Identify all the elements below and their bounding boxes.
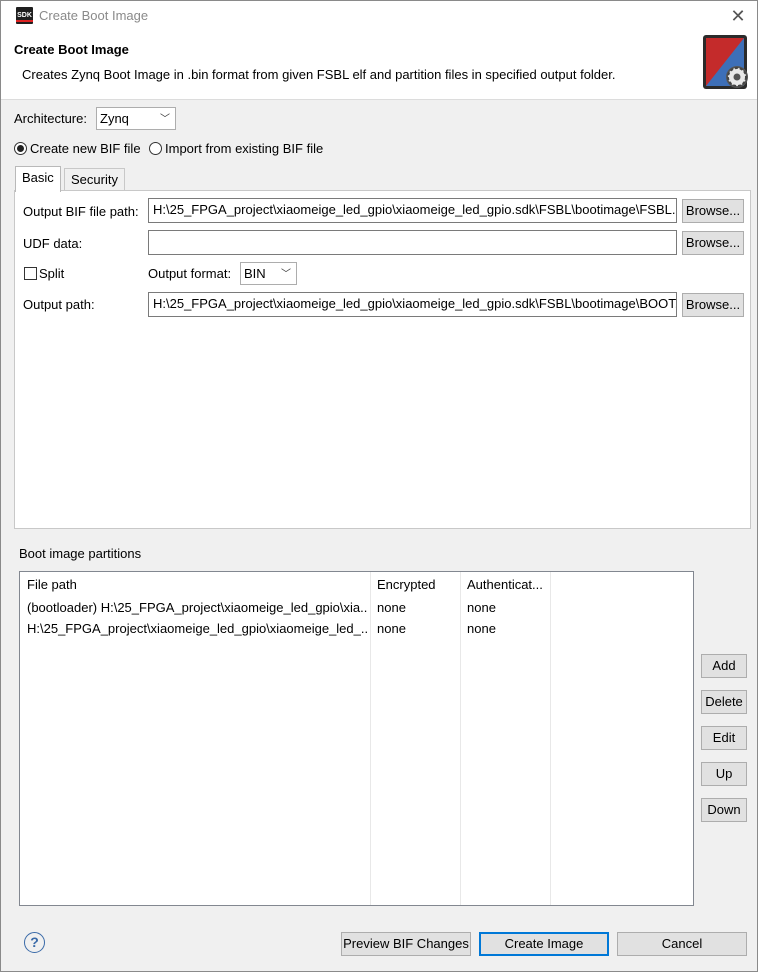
table-row-cell[interactable]: none xyxy=(467,600,547,615)
move-down-button[interactable]: Down xyxy=(701,798,747,822)
column-divider xyxy=(460,572,461,905)
table-row-cell[interactable]: H:\25_FPGA_project\xiaomeige_led_gpio\xi… xyxy=(27,621,367,636)
chevron-down-icon: ﹀ xyxy=(160,114,170,125)
output-format-select[interactable]: BIN ﹀ xyxy=(240,262,297,285)
create-boot-image-dialog: SDK Create Boot Image ✕ Create Boot Imag… xyxy=(0,0,758,972)
create-bif-label[interactable]: Create new BIF file xyxy=(30,141,141,156)
column-divider xyxy=(370,572,371,905)
window-title: Create Boot Image xyxy=(39,8,149,23)
column-header-encrypted[interactable]: Encrypted xyxy=(377,577,457,592)
output-bif-label: Output BIF file path: xyxy=(23,204,139,219)
header-description: Creates Zynq Boot Image in .bin format f… xyxy=(22,67,616,82)
output-bif-path-input[interactable]: H:\25_FPGA_project\xiaomeige_led_gpio\xi… xyxy=(148,198,677,223)
delete-partition-button[interactable]: Delete xyxy=(701,690,747,714)
browse-udf-button[interactable]: Browse... xyxy=(682,231,744,255)
column-divider xyxy=(550,572,551,905)
chevron-down-icon: ﹀ xyxy=(281,269,291,280)
title-bar: SDK Create Boot Image ✕ xyxy=(1,1,757,32)
column-header-file-path[interactable]: File path xyxy=(27,577,367,592)
move-up-button[interactable]: Up xyxy=(701,762,747,786)
architecture-label: Architecture: xyxy=(14,111,87,126)
table-row-cell[interactable]: (bootloader) H:\25_FPGA_project\xiaomeig… xyxy=(27,600,367,615)
cancel-button[interactable]: Cancel xyxy=(617,932,747,956)
architecture-select[interactable]: Zynq ﹀ xyxy=(96,107,176,130)
browse-bif-button[interactable]: Browse... xyxy=(682,199,744,223)
table-row-cell[interactable]: none xyxy=(377,600,457,615)
close-icon[interactable]: ✕ xyxy=(725,3,751,29)
wizard-header: Create Boot Image Creates Zynq Boot Imag… xyxy=(1,32,757,100)
architecture-value: Zynq xyxy=(100,111,129,126)
boot-image-gear-icon xyxy=(703,35,748,89)
output-path-input[interactable]: H:\25_FPGA_project\xiaomeige_led_gpio\xi… xyxy=(148,292,677,317)
tab-basic[interactable]: Basic xyxy=(15,166,61,192)
table-row-cell[interactable]: none xyxy=(377,621,457,636)
output-path-label: Output path: xyxy=(23,297,95,312)
partitions-section-label: Boot image partitions xyxy=(19,546,142,561)
sdk-app-icon: SDK xyxy=(16,7,33,24)
column-header-authenticated[interactable]: Authenticat... xyxy=(467,577,547,592)
import-bif-label[interactable]: Import from existing BIF file xyxy=(165,141,323,156)
partitions-table[interactable]: File path Encrypted Authenticat... (boot… xyxy=(19,571,694,906)
create-bif-radio[interactable] xyxy=(14,142,27,155)
help-icon[interactable]: ? xyxy=(24,932,45,953)
preview-bif-button[interactable]: Preview BIF Changes xyxy=(341,932,471,956)
output-format-value: BIN xyxy=(244,266,266,281)
basic-tab-panel: Output BIF file path: H:\25_FPGA_project… xyxy=(14,190,751,529)
import-bif-radio[interactable] xyxy=(149,142,162,155)
udf-data-label: UDF data: xyxy=(23,236,83,251)
tab-security[interactable]: Security xyxy=(64,168,125,192)
add-partition-button[interactable]: Add xyxy=(701,654,747,678)
output-format-label: Output format: xyxy=(148,266,232,281)
udf-data-input[interactable] xyxy=(148,230,677,255)
split-checkbox[interactable] xyxy=(24,267,37,280)
browse-output-button[interactable]: Browse... xyxy=(682,293,744,317)
split-label[interactable]: Split xyxy=(39,266,64,281)
header-title: Create Boot Image xyxy=(14,42,129,57)
table-row-cell[interactable]: none xyxy=(467,621,547,636)
create-image-button[interactable]: Create Image xyxy=(479,932,609,956)
edit-partition-button[interactable]: Edit xyxy=(701,726,747,750)
